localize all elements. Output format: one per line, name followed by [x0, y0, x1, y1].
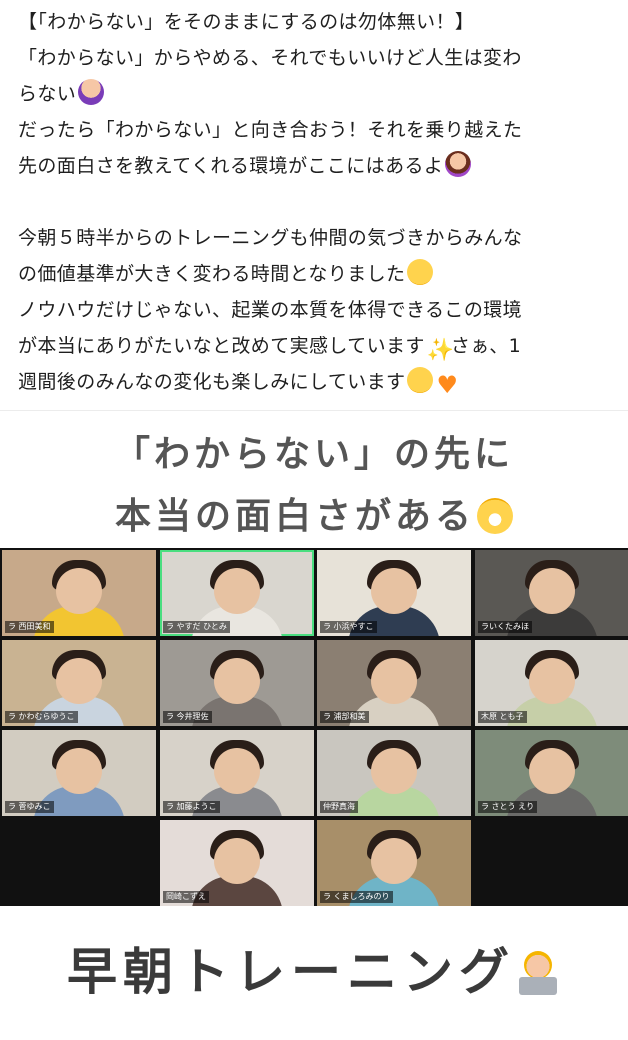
- participant-name: ラ かわむらゆうこ: [5, 711, 78, 723]
- participant-name: 岡崎こずえ: [163, 891, 209, 903]
- participant-tile[interactable]: ラ 小浜やすこ: [317, 550, 471, 636]
- sparkles-icon: ✨: [426, 338, 455, 363]
- participant-tile[interactable]: ラ くましろみのり: [317, 820, 471, 906]
- caption-line-1: 「わからない」の先に: [113, 434, 514, 475]
- participant-name: ラいくたみほ: [478, 621, 532, 633]
- image-footer: 早朝トレーニング: [0, 940, 628, 1004]
- post-line: 今朝５時半からのトレーニングも仲間の気づきからみんな: [18, 227, 523, 249]
- post-line: 週間後のみんなの変化も楽しみにしています ♥: [18, 364, 618, 400]
- participant-name: ラ 小浜やすこ: [320, 621, 377, 633]
- participant-face: [56, 658, 102, 704]
- participant-face: [214, 568, 260, 614]
- post-line: ノウハウだけじゃない、起業の本質を体得できるこの環境: [18, 299, 523, 321]
- footer-title: 早朝トレーニング: [67, 943, 515, 1001]
- participant-face: [529, 658, 575, 704]
- post-line: 【「わからない」をそのままにするのは勿体無い！】: [18, 11, 475, 33]
- post-body: 【「わからない」をそのままにするのは勿体無い！】 「わからない」からやめる、それ…: [18, 4, 618, 400]
- caption-line-2: 本当の面白さがある: [0, 486, 628, 548]
- participant-face: [529, 748, 575, 794]
- participant-name: 仲野真海: [320, 801, 358, 813]
- participant-name: ラ 西田美和: [5, 621, 54, 633]
- participant-tile[interactable]: 岡崎こずえ: [160, 820, 314, 906]
- participant-name: ラ くましろみのり: [320, 891, 393, 903]
- participant-name: ラ 浦部和美: [320, 711, 369, 723]
- participant-face: [214, 748, 260, 794]
- participant-tile[interactable]: ラ 加藤ようこ: [160, 730, 314, 816]
- participant-name: ラ やすだ ひとみ: [163, 621, 230, 633]
- post-line: の価値基準が大きく変わる時間となりました: [18, 256, 618, 292]
- participant-tile[interactable]: 木原 とも子: [475, 640, 628, 726]
- orange-heart-icon: ♥: [436, 371, 459, 399]
- post-line: 「わからない」からやめる、それでもいいけど人生は変わ: [18, 47, 522, 69]
- participant-name: 木原 とも子: [478, 711, 527, 723]
- participant-name: ラ 今井理佐: [163, 711, 212, 723]
- participant-face: [371, 568, 417, 614]
- participant-face: [371, 748, 417, 794]
- participant-name: ラ 加藤ようこ: [163, 801, 220, 813]
- participant-tile[interactable]: 仲野真海: [317, 730, 471, 816]
- post-line: だったら「わからない」と向き合おう！それを乗り越えた: [18, 119, 523, 141]
- participant-face: [371, 838, 417, 884]
- smiling-face-icon: [407, 367, 434, 393]
- grinning-face-icon: [477, 498, 513, 534]
- participant-tile[interactable]: ラ やすだ ひとみ: [160, 550, 314, 636]
- divider: [0, 410, 628, 411]
- participant-face: [529, 568, 575, 614]
- technologist-icon: [515, 949, 561, 995]
- participant-face: [214, 658, 260, 704]
- participant-tile[interactable]: ラ さとう えり: [475, 730, 628, 816]
- participant-face: [214, 838, 260, 884]
- participant-tile[interactable]: ラ かわむらゆうこ: [2, 640, 156, 726]
- video-call-grid: ラ 西田美和 ラ やすだ ひとみ ラ 小浜やすこ ラいくたみほラ かわむらゆうこ ラ 今…: [0, 548, 628, 906]
- participant-tile[interactable]: ラ 菅ゆみこ: [2, 730, 156, 816]
- participant-face: [56, 568, 102, 614]
- post-line: らない: [18, 76, 618, 112]
- participant-face: [371, 658, 417, 704]
- participant-tile[interactable]: ラいくたみほ: [475, 550, 628, 636]
- participant-tile[interactable]: ラ 浦部和美: [317, 640, 471, 726]
- image-caption: 「わからない」の先に 本当の面白さがある: [0, 424, 628, 548]
- participant-tile[interactable]: ラ 西田美和: [2, 550, 156, 636]
- post-line: が本当にありがたいなと改めて実感しています✨さぁ、1: [18, 335, 522, 363]
- participant-name: ラ さとう えり: [478, 801, 538, 813]
- smiling-face-icon: [407, 259, 434, 285]
- person-gesturing-no-icon: [78, 79, 105, 105]
- participant-face: [56, 748, 102, 794]
- post-line: 先の面白さを教えてくれる環境がここにはあるよ: [18, 148, 618, 184]
- participant-tile[interactable]: ラ 今井理佐: [160, 640, 314, 726]
- participant-name: ラ 菅ゆみこ: [5, 801, 54, 813]
- person-gesturing-ok-icon: [445, 151, 472, 177]
